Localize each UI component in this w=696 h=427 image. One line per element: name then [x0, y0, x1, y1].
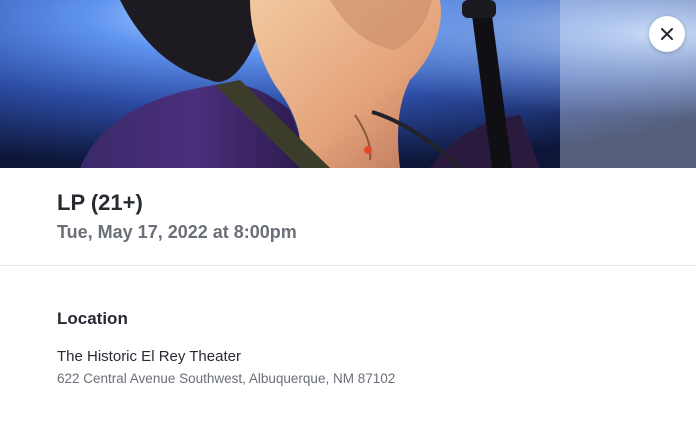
location-heading: Location: [57, 309, 128, 328]
event-details-modal: LP (21+) Tue, May 17, 2022 at 8:00pm Loc…: [0, 0, 696, 427]
section-divider: [0, 265, 696, 266]
close-icon: [661, 28, 673, 40]
venue-address: 622 Central Avenue Southwest, Albuquerqu…: [57, 371, 396, 386]
location-section: Location The Historic El Rey Theater 622…: [57, 307, 657, 388]
venue-name: The Historic El Rey Theater: [57, 348, 241, 365]
close-button[interactable]: [649, 16, 685, 52]
event-title: LP (21+): [57, 190, 143, 215]
event-hero-image: [0, 0, 696, 168]
event-header: LP (21+) Tue, May 17, 2022 at 8:00pm: [57, 188, 657, 244]
event-datetime: Tue, May 17, 2022 at 8:00pm: [57, 222, 297, 242]
